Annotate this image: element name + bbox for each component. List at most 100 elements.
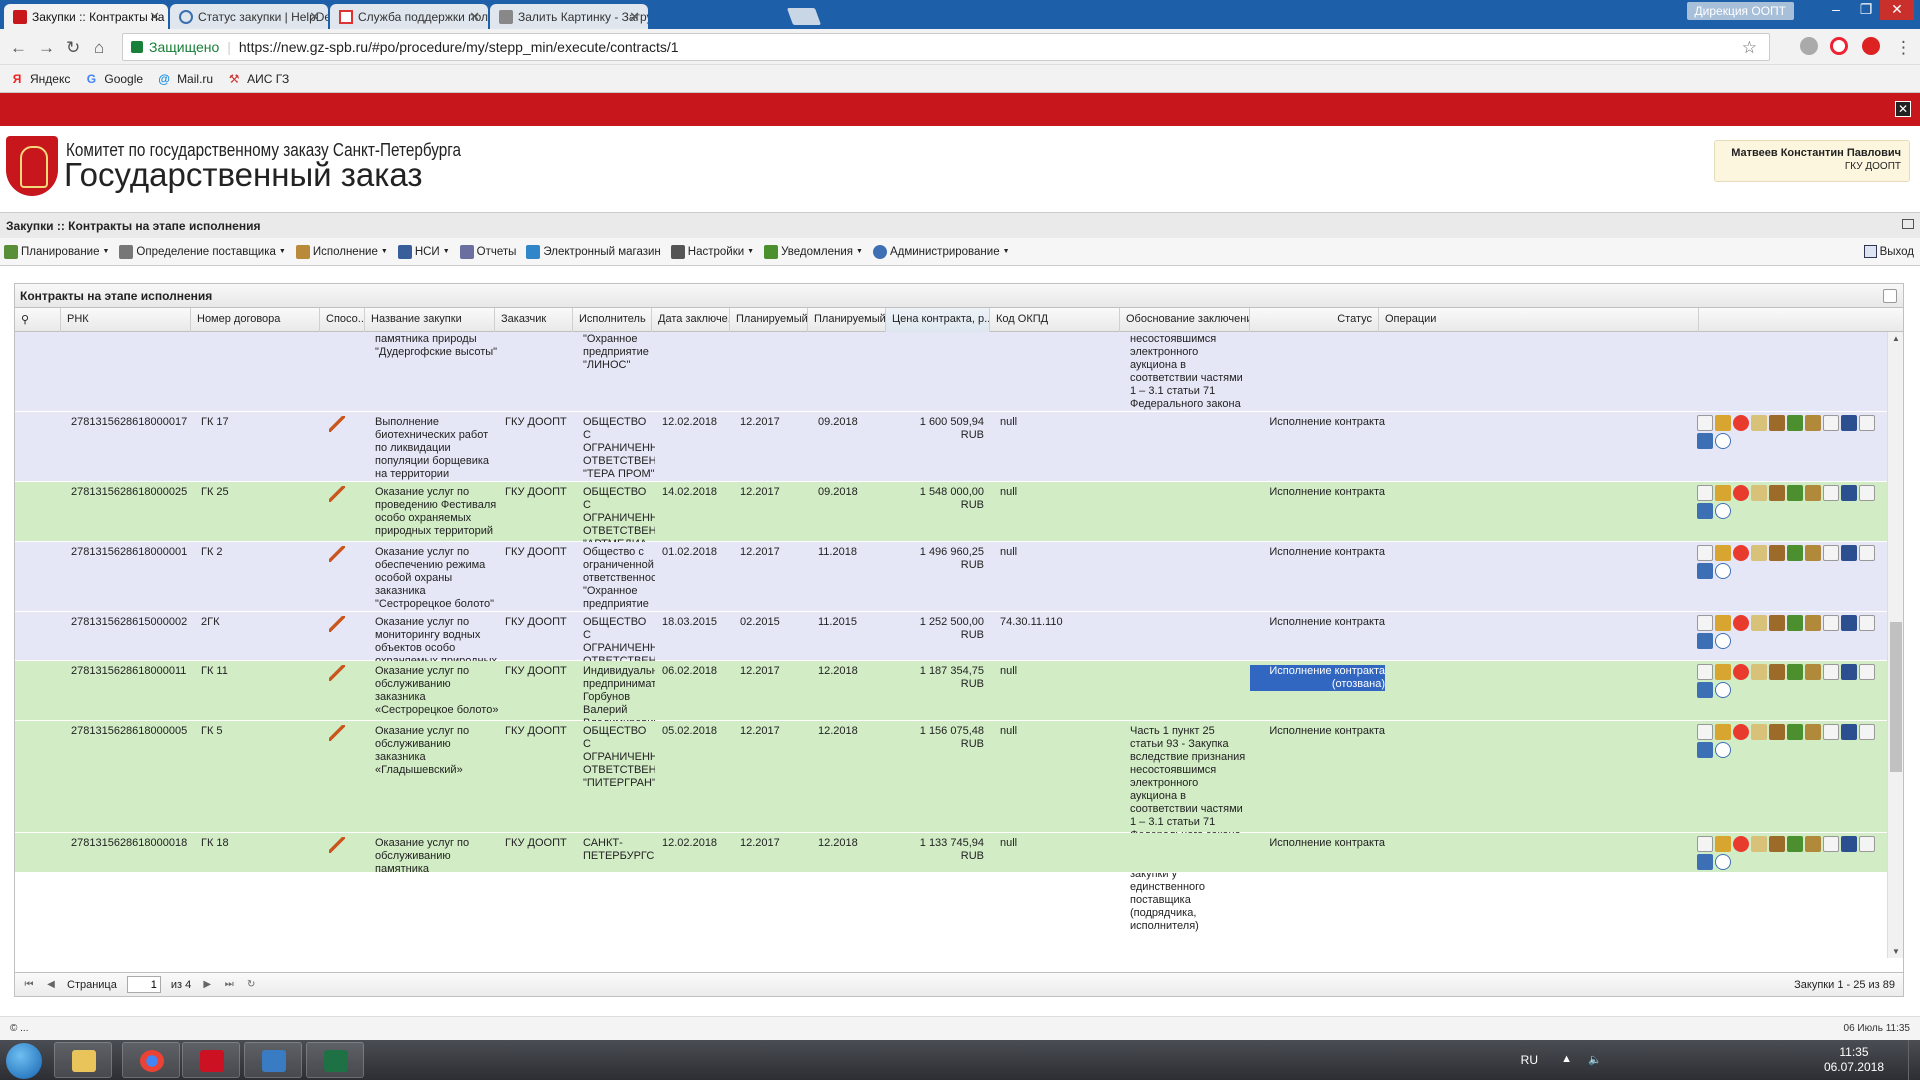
opera-icon[interactable]: [1830, 37, 1848, 55]
tab-upload-image[interactable]: Залить Картинку - Загру ✕: [490, 4, 648, 29]
col-executor[interactable]: Исполнитель: [573, 308, 652, 332]
table-row[interactable]: 2781315628615000002 2ГК Оказание услуг по …: [15, 612, 1889, 693]
operation-icon[interactable]: [1805, 485, 1821, 501]
operation-icon[interactable]: [1751, 724, 1767, 740]
bookmark-mailru[interactable]: @ Mail.ru: [157, 72, 213, 86]
operation-icon[interactable]: [1841, 545, 1857, 561]
operation-icon[interactable]: [1805, 415, 1821, 431]
maximize-button[interactable]: ❐: [1852, 0, 1880, 20]
prev-page-icon[interactable]: ◀: [45, 979, 57, 991]
close-icon[interactable]: ✕: [469, 9, 480, 25]
col-status[interactable]: Статус: [1250, 308, 1379, 332]
adblock-icon[interactable]: [1862, 37, 1880, 55]
operation-icon[interactable]: [1859, 836, 1875, 852]
operation-icon[interactable]: [1697, 724, 1713, 740]
operation-icon[interactable]: [1805, 615, 1821, 631]
operation-icon[interactable]: [1751, 415, 1767, 431]
operation-icon[interactable]: [1697, 415, 1713, 431]
operation-icon[interactable]: [1697, 545, 1713, 561]
operation-icon[interactable]: [1751, 545, 1767, 561]
info-icon[interactable]: [1715, 633, 1731, 649]
operation-icon[interactable]: [1859, 545, 1875, 561]
table-row[interactable]: особой охраны памятника природы "Дудерго…: [15, 332, 1889, 501]
operation-icon[interactable]: [1715, 724, 1731, 740]
operation-icon[interactable]: [1841, 664, 1857, 680]
table-row[interactable]: 2781315628618000018 ГК 18 Оказание услуг п…: [15, 833, 1889, 875]
close-icon[interactable]: ✕: [149, 9, 160, 25]
table-row[interactable]: 2781315628618000011 ГК 11 Оказание услуг п…: [15, 661, 1889, 729]
minimize-button[interactable]: –: [1822, 0, 1850, 20]
operation-icon[interactable]: [1697, 682, 1713, 698]
col-date[interactable]: Дата заключе...: [652, 308, 730, 332]
bookmark-google[interactable]: G Google: [84, 72, 143, 86]
bookmark-ais-gz[interactable]: ⚒ АИС ГЗ: [227, 72, 290, 86]
operation-icon[interactable]: [1715, 415, 1731, 431]
vertical-scrollbar[interactable]: ▲ ▼: [1887, 332, 1903, 958]
tray-arrow-icon[interactable]: ▲: [1561, 1053, 1572, 1065]
filter-icon[interactable]: ⚲: [15, 308, 61, 332]
operation-icon[interactable]: [1787, 724, 1803, 740]
clock[interactable]: 11:35 06.07.2018: [1824, 1045, 1884, 1075]
last-page-icon[interactable]: ⏭: [223, 979, 235, 991]
col-customer[interactable]: Заказчик: [495, 308, 573, 332]
logout-button[interactable]: Выход: [1863, 245, 1914, 258]
operation-icon[interactable]: [1697, 633, 1713, 649]
col-plan-start[interactable]: Планируемый ...: [730, 308, 808, 332]
first-page-icon[interactable]: ⏮: [23, 979, 35, 991]
bookmark-star-icon[interactable]: ☆: [1742, 38, 1757, 58]
operation-icon[interactable]: [1841, 485, 1857, 501]
operation-icon[interactable]: [1823, 545, 1839, 561]
close-icon[interactable]: ✕: [629, 9, 640, 25]
operation-icon[interactable]: [1805, 664, 1821, 680]
menu-kebab-icon[interactable]: ⋮: [1895, 38, 1912, 58]
taskbar-outlook[interactable]: [244, 1042, 302, 1078]
menu-settings[interactable]: Настройки ▼: [670, 244, 754, 259]
operation-icon[interactable]: [1841, 836, 1857, 852]
scroll-thumb[interactable]: [1890, 622, 1902, 772]
menu-reports[interactable]: Отчеты: [459, 244, 516, 259]
tab-zakupki[interactable]: Закупки :: Контракты на ✕: [4, 4, 168, 29]
operation-icon[interactable]: [1715, 485, 1731, 501]
operation-icon[interactable]: [1787, 415, 1803, 431]
operation-icon[interactable]: [1787, 485, 1803, 501]
operation-icon[interactable]: [1769, 415, 1785, 431]
operation-icon[interactable]: [1733, 724, 1749, 740]
menu-supplier[interactable]: Определение поставщика ▼: [119, 244, 286, 259]
taskbar-explorer[interactable]: [54, 1042, 112, 1078]
show-desktop-button[interactable]: [1908, 1040, 1920, 1080]
menu-nsi[interactable]: НСИ ▼: [397, 244, 450, 259]
operation-icon[interactable]: [1787, 615, 1803, 631]
operation-icon[interactable]: [1787, 664, 1803, 680]
menu-execution[interactable]: Исполнение ▼: [295, 244, 388, 259]
operation-icon[interactable]: [1697, 854, 1713, 870]
operation-icon[interactable]: [1841, 415, 1857, 431]
operation-icon[interactable]: [1769, 485, 1785, 501]
col-rnk[interactable]: РНК: [61, 308, 191, 332]
operation-icon[interactable]: [1733, 664, 1749, 680]
menu-planning[interactable]: Планирование ▼: [4, 244, 109, 259]
operation-icon[interactable]: [1733, 836, 1749, 852]
info-icon[interactable]: [1715, 854, 1731, 870]
operation-icon[interactable]: [1751, 485, 1767, 501]
col-okpd[interactable]: Код ОКПД: [990, 308, 1120, 332]
operation-icon[interactable]: [1823, 485, 1839, 501]
operation-icon[interactable]: [1697, 563, 1713, 579]
menu-admin[interactable]: Администрирование ▼: [872, 244, 1010, 259]
close-icon[interactable]: ✕: [309, 9, 320, 25]
operation-icon[interactable]: [1751, 615, 1767, 631]
operation-icon[interactable]: [1697, 503, 1713, 519]
forward-icon[interactable]: →: [38, 38, 55, 58]
operation-icon[interactable]: [1733, 485, 1749, 501]
operation-icon[interactable]: [1697, 836, 1713, 852]
operation-icon[interactable]: [1859, 415, 1875, 431]
operation-icon[interactable]: [1769, 724, 1785, 740]
table-row[interactable]: 2781315628618000017 ГК 17 Выполнение биоте…: [15, 412, 1889, 506]
volume-icon[interactable]: 🔈: [1588, 1053, 1602, 1066]
col-method[interactable]: Спосо...: [320, 308, 365, 332]
operation-icon[interactable]: [1841, 724, 1857, 740]
operation-icon[interactable]: [1805, 545, 1821, 561]
extension-icon[interactable]: [1800, 37, 1818, 55]
window-close-button[interactable]: ✕: [1880, 0, 1914, 20]
info-icon[interactable]: [1715, 682, 1731, 698]
operation-icon[interactable]: [1787, 836, 1803, 852]
